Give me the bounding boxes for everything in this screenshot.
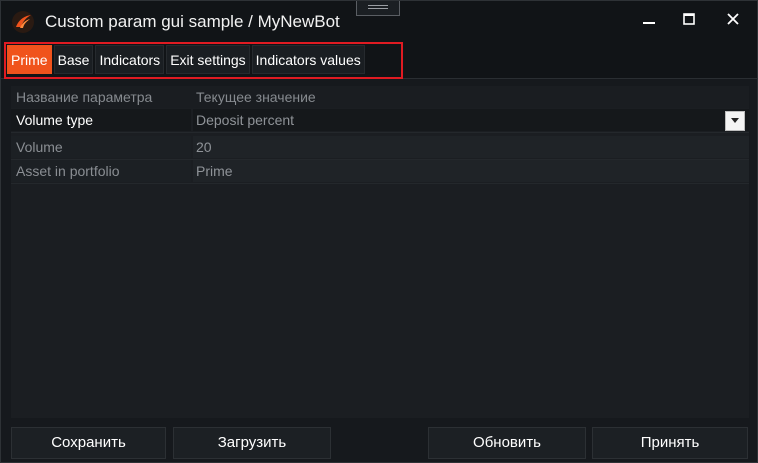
- app-logo-icon: [12, 11, 34, 33]
- tab-prime[interactable]: Prime: [7, 45, 52, 74]
- param-value-input[interactable]: Prime: [196, 160, 233, 182]
- table-row-volume-type[interactable]: Volume type Deposit percent: [11, 109, 749, 131]
- column-header-name: Название параметра: [16, 89, 153, 105]
- column-header-value: Текущее значение: [196, 89, 316, 105]
- window-title: Custom param gui sample / MyNewBot: [45, 12, 340, 31]
- param-name: Volume: [16, 139, 63, 155]
- params-grid: Название параметра Текущее значение Volu…: [11, 86, 749, 418]
- minimize-button[interactable]: [635, 7, 663, 31]
- close-icon: [727, 13, 739, 25]
- close-button[interactable]: [719, 7, 747, 31]
- bot-params-window: Custom param gui sample / MyNewBot Prime…: [0, 0, 758, 463]
- save-button[interactable]: Сохранить: [11, 427, 166, 459]
- tab-list: Prime Base Indicators Exit settings Indi…: [7, 45, 367, 74]
- param-name: Asset in portfolio: [16, 163, 120, 179]
- tab-exit-settings[interactable]: Exit settings: [166, 45, 250, 74]
- chevron-down-icon: [731, 118, 739, 123]
- minimize-icon: [643, 22, 655, 24]
- param-name: Volume type: [16, 112, 94, 128]
- title-bar[interactable]: Custom param gui sample / MyNewBot: [1, 1, 757, 41]
- drag-handle[interactable]: [356, 1, 400, 16]
- tab-indicators-values[interactable]: Indicators values: [251, 45, 365, 74]
- load-button[interactable]: Загрузить: [173, 427, 331, 459]
- param-value-input[interactable]: 20: [196, 136, 212, 158]
- tab-indicators[interactable]: Indicators: [95, 45, 165, 74]
- table-row-volume[interactable]: Volume 20: [11, 136, 749, 158]
- maximize-icon: [683, 13, 695, 25]
- bottom-button-bar: Сохранить Загрузить Обновить Принять: [1, 421, 757, 462]
- dropdown-button[interactable]: [725, 111, 745, 131]
- accept-button[interactable]: Принять: [592, 427, 748, 459]
- tab-base[interactable]: Base: [53, 45, 94, 74]
- update-button[interactable]: Обновить: [428, 427, 586, 459]
- grid-header-row: Название параметра Текущее значение: [11, 86, 749, 108]
- maximize-button[interactable]: [675, 7, 703, 31]
- param-value-select[interactable]: Deposit percent: [196, 109, 294, 131]
- table-row-asset-in-portfolio[interactable]: Asset in portfolio Prime: [11, 160, 749, 182]
